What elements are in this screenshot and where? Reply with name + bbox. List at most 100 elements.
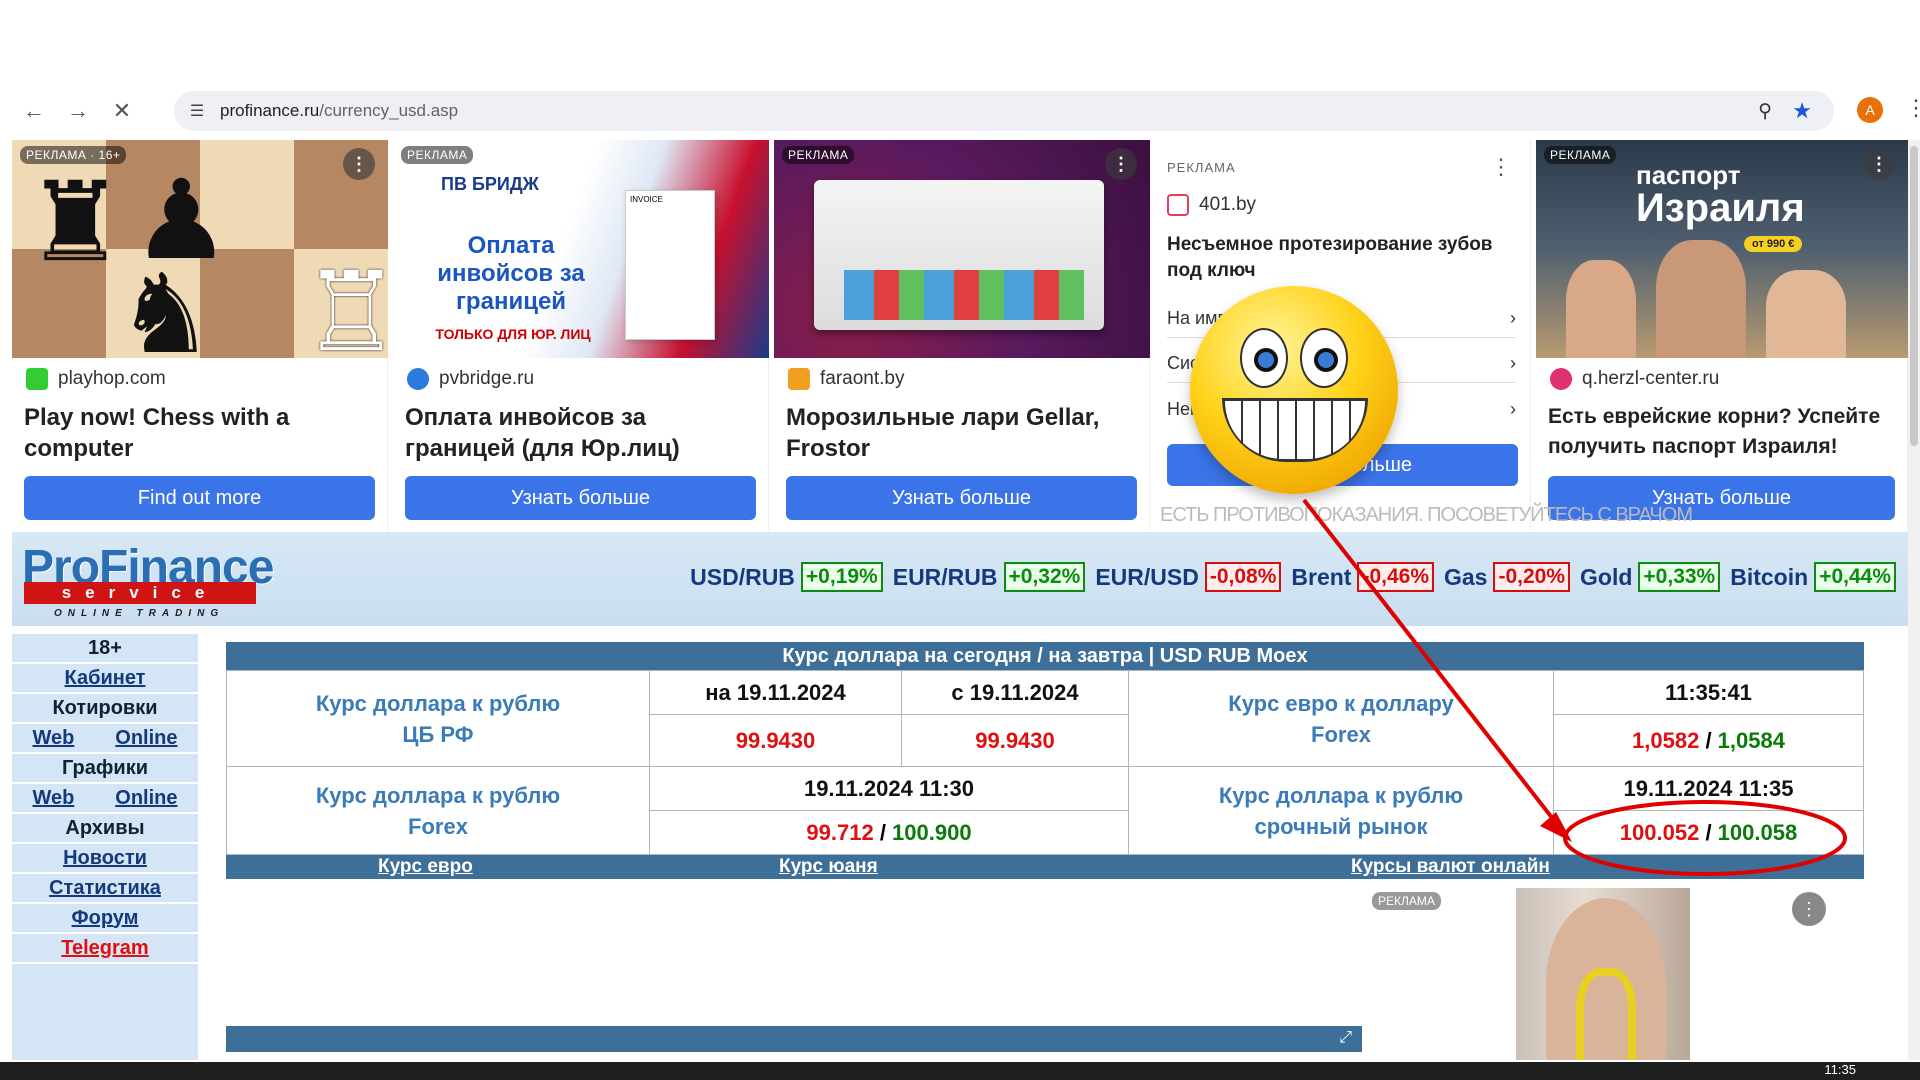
ad-label: РЕКЛАМА <box>1544 146 1617 164</box>
ad-title[interactable]: Play now! Chess with a computer <box>24 402 375 464</box>
sidebar-item-charts-web[interactable]: Web <box>32 787 74 810</box>
cb-value-tomorrow: 99.9430 <box>901 714 1129 767</box>
ad-photo <box>1516 888 1690 1060</box>
ad-menu-icon[interactable]: ⋮ <box>1105 148 1137 180</box>
expand-icon[interactable]: ⤢ <box>1339 1029 1352 1047</box>
os-taskbar: 11:35 <box>0 1062 1920 1080</box>
address-bar[interactable]: ☰ profinance.ru/currency_usd.asp ⚲ ★ <box>174 91 1834 131</box>
link-euro-rate[interactable]: Курс евро <box>378 856 473 878</box>
rook-icon: ♜ <box>26 161 125 284</box>
ad-domain[interactable]: q.herzl-center.ru <box>1550 368 1719 390</box>
zoom-icon[interactable]: ⚲ <box>1758 100 1772 123</box>
ticker-brent[interactable]: Brent -0,46% <box>1291 562 1434 592</box>
back-arrow-icon[interactable]: ← <box>12 89 56 133</box>
ad-card-herzl[interactable]: паспорт Израиля от 990 € РЕКЛАМА ⋮ q.her… <box>1536 140 1908 530</box>
sidebar-item-quotes-web[interactable]: Web <box>32 727 74 750</box>
freezer-ad-image <box>774 140 1150 358</box>
chess-board-image: ♜ ♟ ♞ ♖ <box>12 140 388 358</box>
ad-image-headline: Оплата инвойсов за границей <box>437 232 585 315</box>
forward-arrow-icon[interactable]: → <box>56 89 100 133</box>
ad-domain[interactable]: pvbridge.ru <box>407 368 534 390</box>
ticker-change: +0,19% <box>800 562 883 592</box>
url-text[interactable]: profinance.ru/currency_usd.asp <box>220 101 458 121</box>
ad-label: РЕКЛАМА <box>1167 160 1236 175</box>
ticker-name[interactable]: EUR/RUB <box>893 564 998 591</box>
ad-strip: ♜ ♟ ♞ ♖ РЕКЛАМА · 16+ ⋮ playhop.com Play… <box>12 140 1908 530</box>
more-vert-icon[interactable]: ⋮ <box>1905 95 1920 121</box>
site-header: ProFinance service ONLINE TRADING USD/RU… <box>12 532 1908 626</box>
age-rating: 18+ <box>12 634 198 664</box>
ticker-name[interactable]: USD/RUB <box>690 564 795 591</box>
scrollbar-thumb[interactable] <box>1910 146 1918 446</box>
sidebar-item-telegram[interactable]: Telegram <box>12 934 198 964</box>
sidebar-item-cabinet[interactable]: Кабинет <box>12 664 198 694</box>
bookmark-star-icon[interactable]: ★ <box>1792 98 1812 124</box>
ticker-name[interactable]: Gas <box>1444 564 1487 591</box>
ad-menu-icon[interactable]: ⋮ <box>1792 892 1826 926</box>
ad-domain[interactable]: 401.by <box>1167 194 1256 216</box>
ad-domain[interactable]: playhop.com <box>26 368 166 390</box>
link-online-rates[interactable]: Курсы валют онлайн <box>1351 856 1550 878</box>
ticker-name[interactable]: EUR/USD <box>1095 564 1199 591</box>
sidebar-item-news[interactable]: Новости <box>12 844 198 874</box>
sidebar-heading-archives: Архивы <box>12 814 198 844</box>
site-settings-icon[interactable]: ☰ <box>186 100 208 122</box>
ticker-gas[interactable]: Gas -0,20% <box>1444 562 1571 592</box>
ad-cta-button[interactable]: Узнать больше <box>786 476 1137 520</box>
ad-title[interactable]: Есть еврейские корни? Успейте получить п… <box>1548 402 1895 462</box>
passport-ad-image: паспорт Израиля от 990 € <box>1536 140 1908 358</box>
fx-label: Курс доллара к рублю Forex <box>226 766 650 855</box>
ad-label: РЕКЛАМА <box>1372 892 1441 910</box>
ticker-gold[interactable]: Gold +0,33% <box>1580 562 1721 592</box>
ticker-usd-rub[interactable]: USD/RUB +0,19% <box>690 562 883 592</box>
ad-card-playhop[interactable]: ♜ ♟ ♞ ♖ РЕКЛАМА · 16+ ⋮ playhop.com Play… <box>12 140 388 530</box>
sidebar-item-forum[interactable]: Форум <box>12 904 198 934</box>
fx-time: 19.11.2024 11:30 <box>649 766 1129 811</box>
faraont-favicon-icon <box>788 368 810 390</box>
freezer-contents <box>844 270 1084 320</box>
ad-right-banner[interactable]: РЕКЛАМА ⋮ <box>1366 888 1836 1060</box>
ticker-strip: USD/RUB +0,19% EUR/RUB +0,32% EUR/USD -0,08% B… <box>690 562 1896 592</box>
cb-label: Курс доллара к рублю ЦБ РФ <box>226 670 650 767</box>
eur-quote: 1,0582 / 1,0584 <box>1553 714 1864 767</box>
fut-quote: 100.052 / 100.058 <box>1553 810 1864 855</box>
profile-avatar[interactable]: A <box>1857 97 1883 123</box>
logo-service[interactable]: service <box>24 582 256 604</box>
ad-menu-icon[interactable]: ⋮ <box>1490 154 1512 180</box>
ticker-change: +0,32% <box>1003 562 1086 592</box>
ad-title[interactable]: Оплата инвойсов за границей (для Юр.лиц) <box>405 402 756 464</box>
sidebar-item-stats[interactable]: Статистика <box>12 874 198 904</box>
ticker-eur-usd[interactable]: EUR/USD -0,08% <box>1095 562 1282 592</box>
chevron-right-icon: › <box>1510 398 1516 419</box>
ad-disclaimer: ЕСТЬ ПРОТИВОПОКАЗАНИЯ. ПОСОВЕТУЙТЕСЬ С В… <box>1160 504 1693 526</box>
page-scrollbar[interactable] <box>1908 140 1920 1060</box>
ad-label: РЕКЛАМА <box>401 146 474 164</box>
ad-menu-icon[interactable]: ⋮ <box>1863 148 1895 180</box>
clock: 11:35 <box>1824 1062 1856 1077</box>
strap-shape <box>1576 968 1636 1060</box>
ad-cta-button[interactable]: Узнать больше <box>405 476 756 520</box>
ad-cta-button[interactable]: Find out more <box>24 476 375 520</box>
link-yuan-rate[interactable]: Курс юаня <box>779 856 878 878</box>
sidebar-item-charts-online[interactable]: Online <box>115 787 177 810</box>
stop-icon[interactable]: ✕ <box>100 89 144 133</box>
ad-card-faraont[interactable]: РЕКЛАМА ⋮ faraont.by Морозильные лари Ge… <box>774 140 1150 530</box>
eur-time: 11:35:41 <box>1553 670 1864 715</box>
ticker-bitcoin[interactable]: Bitcoin +0,44% <box>1730 562 1896 592</box>
grin-mouth <box>1222 398 1368 462</box>
invoice-ad-image: ПВ БРИДЖ Оплата инвойсов за границей ТОЛ… <box>393 140 769 358</box>
cb-date-tomorrow: с 19.11.2024 <box>901 670 1129 715</box>
ad-title[interactable]: Морозильные лари Gellar, Frostor <box>786 402 1137 464</box>
ad-domain[interactable]: faraont.by <box>788 368 905 390</box>
ad-card-pvbridge[interactable]: ПВ БРИДЖ Оплата инвойсов за границей ТОЛ… <box>393 140 769 530</box>
ticker-eur-rub[interactable]: EUR/RUB +0,32% <box>893 562 1086 592</box>
fut-label: Курс доллара к рублю срочный рынок <box>1128 766 1554 855</box>
ticker-change: +0,44% <box>1814 562 1896 592</box>
ticker-name[interactable]: Bitcoin <box>1730 564 1808 591</box>
ad-title[interactable]: Несъемное протезирование зубов под ключ <box>1167 232 1518 284</box>
ad-menu-icon[interactable]: ⋮ <box>343 148 375 180</box>
ticker-name[interactable]: Brent <box>1291 564 1351 591</box>
sidebar-item-quotes-online[interactable]: Online <box>115 727 177 750</box>
chevron-right-icon: › <box>1510 353 1516 373</box>
ticker-name[interactable]: Gold <box>1580 564 1632 591</box>
